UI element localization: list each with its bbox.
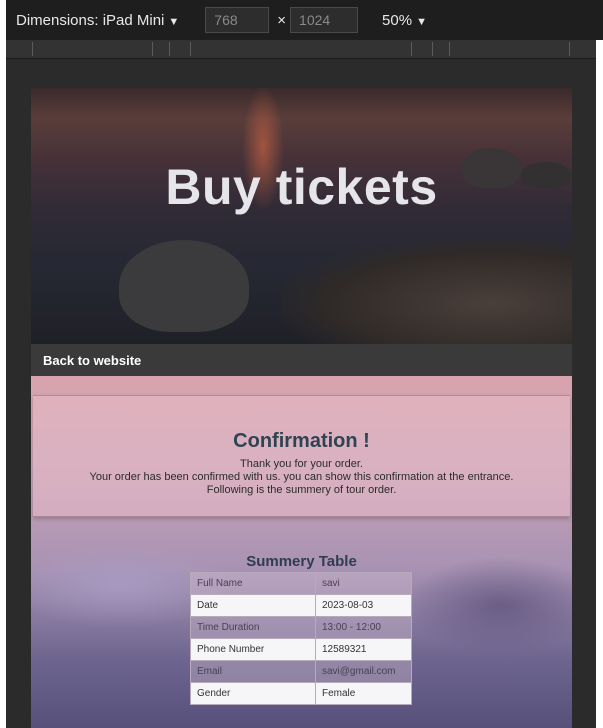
confirmation-thanks: Thank you for your order. [240, 458, 363, 470]
confirmation-panel: Confirmation ! Thank you for your order.… [33, 395, 570, 517]
ruler-tick [449, 42, 450, 56]
device-toolbar: Dimensions: iPad Mini▼ × 50%▼ [0, 0, 603, 40]
media-query-ruler[interactable] [6, 40, 596, 59]
table-cell-value: savi [315, 572, 412, 595]
hero-rock-image [119, 240, 249, 332]
zoom-label: 50% [382, 11, 413, 29]
table-row: Email savi@gmail.com [190, 660, 412, 683]
table-row: Full Name savi [190, 572, 412, 595]
ruler-tick [569, 42, 570, 56]
height-input[interactable] [290, 7, 359, 33]
chevron-down-icon: ▼ [416, 15, 427, 28]
table-cell-label: Gender [190, 682, 316, 705]
ruler-tick [190, 42, 191, 56]
table-cell-label: Email [190, 660, 316, 683]
table-cell-value: Female [315, 682, 412, 705]
ruler-tick [432, 42, 433, 56]
content-section: Confirmation ! Thank you for your order.… [31, 376, 572, 728]
summary-table-title: Summery Table [246, 553, 357, 570]
table-cell-value: 12589321 [315, 638, 412, 661]
back-to-website-link[interactable]: Back to website [43, 353, 141, 368]
zoom-dropdown[interactable]: 50% ▼ [382, 12, 427, 29]
device-viewport: Buy tickets Back to website Confirmation… [31, 88, 572, 728]
confirmation-title: Confirmation ! [233, 430, 370, 452]
ruler-tick [32, 42, 33, 56]
ruler-tick [169, 42, 170, 56]
times-icon: × [277, 11, 287, 29]
window-edge-right [596, 0, 603, 728]
table-cell-label: Full Name [190, 572, 316, 595]
hero-shore-image [281, 238, 572, 348]
table-cell-label: Phone Number [190, 638, 316, 661]
chevron-down-icon: ▼ [168, 15, 180, 28]
summary-table: Full Name savi Date 2023-08-03 Time Dura… [190, 572, 412, 705]
ruler-tick [152, 42, 153, 56]
hero-banner: Buy tickets [31, 88, 572, 348]
confirmation-summary-note: Following is the summery of tour order. [206, 484, 397, 496]
table-row: Phone Number 12589321 [190, 638, 412, 661]
width-input[interactable] [205, 7, 270, 33]
dimensions-label: Dimensions: iPad Mini [16, 11, 165, 29]
table-cell-value: 13:00 - 12:00 [315, 616, 412, 639]
table-cell-value: savi@gmail.com [315, 660, 412, 683]
table-row: Date 2023-08-03 [190, 594, 412, 617]
nav-bar: Back to website [31, 344, 572, 376]
table-cell-label: Time Duration [190, 616, 316, 639]
table-row: Time Duration 13:00 - 12:00 [190, 616, 412, 639]
table-cell-label: Date [190, 594, 316, 617]
confirmation-message: Your order has been confirmed with us. y… [89, 471, 514, 483]
window-edge-left [0, 0, 6, 728]
dimensions-dropdown[interactable]: Dimensions: iPad Mini ▼ [16, 12, 179, 29]
ruler-tick [411, 42, 412, 56]
hero-title: Buy tickets [165, 159, 438, 215]
table-cell-value: 2023-08-03 [315, 594, 412, 617]
table-row: Gender Female [190, 682, 412, 705]
